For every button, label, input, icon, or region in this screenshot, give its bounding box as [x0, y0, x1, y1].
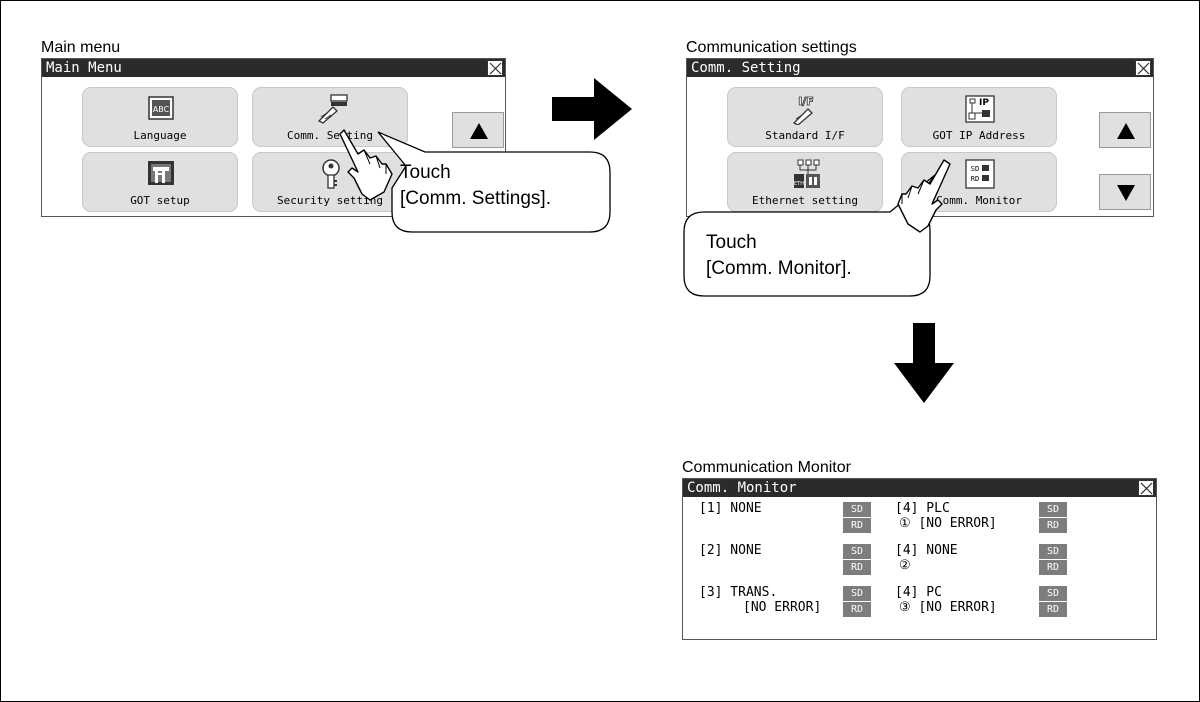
main-menu-caption: Main menu: [41, 39, 121, 56]
got-setup-icon: [148, 161, 174, 185]
interface-icon: I/F: [792, 95, 814, 125]
scroll-up-button[interactable]: [1099, 112, 1151, 148]
comm-settings-caption: Communication settings: [686, 39, 857, 56]
ip-address-icon: IP: [965, 95, 995, 123]
channel-4-3-label: [4] PC: [895, 585, 942, 600]
channel-3-sd-lamp: SD: [843, 586, 871, 601]
language-label: Language: [133, 129, 187, 142]
channel-1-label: [1] NONE: [699, 501, 762, 516]
channel-3-label: [3] TRANS.: [699, 585, 778, 600]
channel-4-1-label: [4] PLC: [895, 501, 950, 516]
channel-4-3-sd-lamp: SD: [1039, 586, 1067, 601]
channel-2-label: [2] NONE: [699, 543, 762, 558]
svg-text:ABC: ABC: [153, 105, 170, 114]
pointing-hand-icon: [339, 129, 393, 201]
channel-4-3-status: ③ [NO ERROR]: [899, 600, 997, 615]
channel-1-sd-lamp: SD: [843, 502, 871, 517]
channel-1-rd-lamp: RD: [843, 518, 871, 533]
scroll-down-button[interactable]: [1099, 174, 1151, 210]
channel-4-1-sd-lamp: SD: [1039, 502, 1067, 517]
channel-4-2-status: ②: [899, 558, 911, 573]
comm-monitor-title: Comm. Monitor: [687, 480, 797, 496]
language-tile[interactable]: ABC Language: [82, 87, 238, 147]
callout-line-1: Touch: [400, 162, 451, 183]
standard-if-label: Standard I/F: [765, 129, 845, 142]
comm-setting-titlebar: Comm. Setting: [687, 59, 1153, 77]
svg-text:IP: IP: [979, 98, 989, 108]
down-arrow-icon: [894, 323, 954, 403]
comm-setting-title: Comm. Setting: [691, 60, 801, 76]
channel-4-1-status: ① [NO ERROR]: [899, 516, 997, 531]
channel-2-sd-lamp: SD: [843, 544, 871, 559]
svg-text:SD: SD: [971, 165, 979, 173]
got-ip-address-label: GOT IP Address: [932, 129, 1026, 142]
up-arrow-icon: [1117, 123, 1135, 139]
channel-4-3-rd-lamp: RD: [1039, 602, 1067, 617]
touch-comm-monitor-callout: Touch [Comm. Monitor].: [680, 150, 970, 305]
got-setup-label: GOT setup: [130, 194, 190, 207]
right-arrow-icon: [552, 78, 632, 140]
standard-if-tile[interactable]: I/F Standard I/F: [727, 87, 883, 147]
comm-monitor-caption: Communication Monitor: [682, 459, 851, 476]
callout-line-2: [Comm. Monitor].: [706, 258, 852, 279]
svg-text:RD: RD: [971, 175, 979, 183]
close-icon[interactable]: [1135, 60, 1151, 76]
pointing-hand-icon: [897, 159, 951, 233]
close-icon[interactable]: [487, 60, 503, 76]
callout-line-2: [Comm. Settings].: [400, 188, 551, 209]
main-menu-titlebar: Main Menu: [42, 59, 505, 77]
callout-line-1: Touch: [706, 232, 757, 253]
got-ip-address-tile[interactable]: IP GOT IP Address: [901, 87, 1057, 147]
main-menu-title: Main Menu: [46, 60, 122, 76]
channel-2-rd-lamp: RD: [843, 560, 871, 575]
comm-monitor-titlebar: Comm. Monitor: [683, 479, 1156, 497]
channel-4-1-rd-lamp: RD: [1039, 518, 1067, 533]
channel-3-rd-lamp: RD: [843, 602, 871, 617]
channel-3-status: [NO ERROR]: [743, 600, 822, 615]
channel-4-2-label: [4] NONE: [895, 543, 958, 558]
down-arrow-icon: [1117, 185, 1135, 201]
close-icon[interactable]: [1138, 480, 1154, 496]
comm-monitor-screen: Comm. Monitor [1] NONE SD RD [2] NONE SD…: [682, 478, 1157, 640]
channel-4-2-sd-lamp: SD: [1039, 544, 1067, 559]
language-icon: ABC: [148, 96, 174, 120]
got-setup-tile[interactable]: GOT setup: [82, 152, 238, 212]
svg-text:I/F: I/F: [798, 95, 814, 108]
channel-4-2-rd-lamp: RD: [1039, 560, 1067, 575]
